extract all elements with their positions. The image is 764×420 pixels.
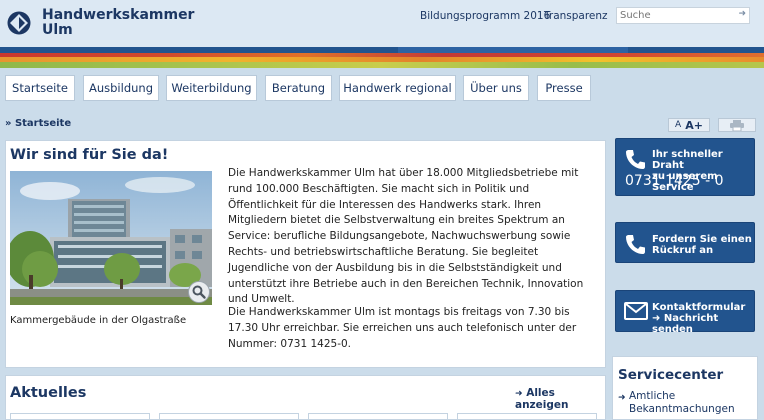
nav-ueber-uns[interactable]: Über uns [463, 75, 529, 101]
main-navigation: Startseite Ausbildung Weiterbildung Bera… [0, 68, 764, 106]
contact-form-button[interactable]: Kontaktformular ➜ Nachricht senden [615, 290, 755, 335]
logo-icon[interactable] [7, 11, 31, 35]
link-transparenz[interactable]: Transparenz [544, 10, 608, 22]
breadcrumb[interactable]: » Startseite [5, 118, 71, 129]
nav-ausbildung[interactable]: Ausbildung [83, 75, 159, 101]
building-photo[interactable] [10, 171, 212, 305]
servicecenter-title: Servicecenter [618, 367, 724, 383]
news-panel: Aktuelles ➜ Alles anzeigen [5, 375, 606, 420]
news-card[interactable] [457, 413, 597, 419]
callback-text: Fordern Sie einen Rückruf an [652, 234, 752, 256]
link-bildungsprogramm[interactable]: Bildungsprogramm 2016 [420, 10, 550, 22]
news-card[interactable] [10, 413, 150, 419]
link-amtliche-bekanntmachungen[interactable]: Amtliche Bekanntmachungen [629, 390, 735, 416]
logo-text[interactable]: Handwerkskammer Ulm [42, 8, 194, 38]
callback-line-1: Fordern Sie einen [652, 234, 752, 245]
callback-line-2: Rückruf an [652, 245, 714, 256]
logo-line-1: Handwerkskammer [42, 7, 195, 23]
nav-weiterbildung[interactable]: Weiterbildung [166, 75, 257, 101]
search-input[interactable] [620, 8, 730, 23]
welcome-panel: Wir sind für Sie da! Kammergebäude in de… [5, 140, 606, 368]
building-image [10, 171, 212, 305]
search-arrow-icon[interactable]: ➜ [738, 9, 746, 19]
hotline-button[interactable]: Ihr schneller Draht zu unserem Service 0… [615, 138, 755, 196]
nav-startseite[interactable]: Startseite [5, 75, 75, 101]
callback-phone-icon [626, 235, 645, 254]
contact-line-2: ➜ Nachricht senden [652, 313, 719, 335]
envelope-icon [624, 302, 648, 320]
logo-line-2: Ulm [42, 22, 73, 38]
show-all-label: Alles anzeigen [515, 387, 569, 411]
show-all-news-link[interactable]: ➜ Alles anzeigen [515, 387, 605, 411]
print-button[interactable] [718, 118, 756, 132]
welcome-title: Wir sind für Sie da! [10, 147, 169, 163]
news-title: Aktuelles [10, 385, 87, 401]
font-size-tools: A A+ [668, 118, 710, 132]
search-box: ➜ [616, 7, 750, 24]
service-link-line-1: Amtliche [629, 390, 676, 402]
photo-caption: Kammergebäude in der Olgastraße [10, 315, 187, 326]
zoom-icon[interactable] [188, 281, 210, 303]
servicecenter-panel: Servicecenter ➜ Amtliche Bekanntmachunge… [612, 356, 758, 420]
font-larger-button[interactable]: A+ [685, 119, 703, 132]
hotline-phone-number: 0731 1425 - 0 [625, 173, 724, 189]
printer-icon [730, 119, 744, 131]
news-card[interactable] [308, 413, 448, 419]
nav-beratung[interactable]: Beratung [265, 75, 332, 101]
nav-presse[interactable]: Presse [537, 75, 591, 101]
news-card[interactable] [159, 413, 299, 419]
link-arrow-icon: ➜ [618, 393, 626, 403]
font-smaller-button[interactable]: A [675, 120, 681, 130]
service-link-line-2: Bekanntmachungen [629, 403, 735, 415]
intro-paragraph: Die Handwerkskammer Ulm hat über 18.000 … [228, 167, 584, 306]
callback-button[interactable]: Fordern Sie einen Rückruf an [615, 222, 755, 263]
hotline-line-1: Ihr schneller Draht [652, 149, 723, 171]
contact-text: Kontaktformular ➜ Nachricht senden [652, 302, 754, 335]
site-header: Handwerkskammer Ulm Bildungsprogramm 201… [0, 0, 764, 47]
contact-line-1: Kontaktformular [652, 302, 746, 313]
nav-handwerk-regional[interactable]: Handwerk regional [339, 75, 456, 101]
phone-icon [626, 150, 645, 169]
hours-paragraph: Die Handwerkskammer Ulm ist montags bis … [228, 306, 577, 350]
arrow-icon: ➜ [515, 389, 523, 399]
